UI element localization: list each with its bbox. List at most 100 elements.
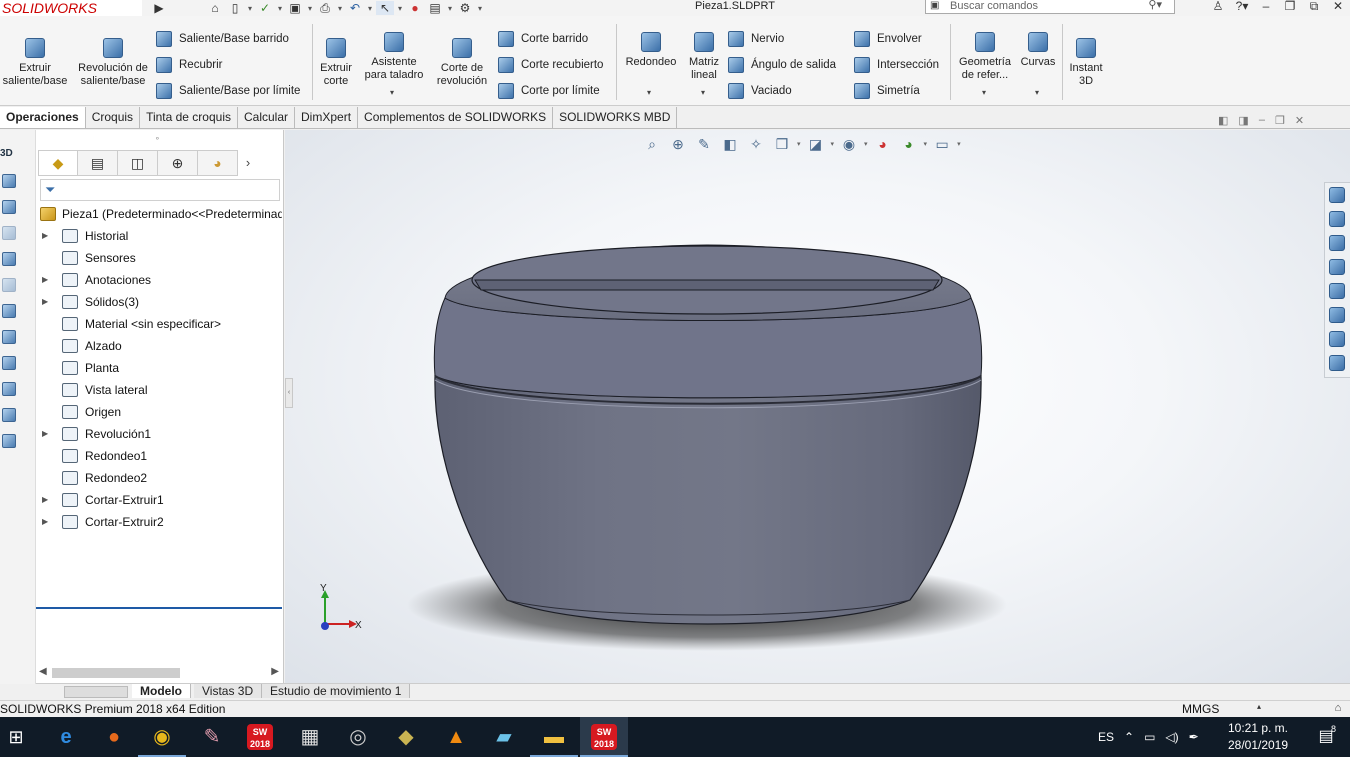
language-indicator[interactable]: ES [1098,730,1114,744]
model-canvas[interactable]: Y X [285,130,1350,684]
scrollbar-thumb[interactable] [52,668,180,678]
network-icon[interactable]: ▭ [1144,730,1155,744]
expand-arrow-icon[interactable]: ▶ [42,291,48,313]
taskbar-clock[interactable]: 10:21 p. m. 28/01/2019 [1222,720,1294,754]
tree-root-part[interactable]: Pieza1 (Predeterminado<<Predeterminad [36,203,282,225]
tab-tinta-de-croquis[interactable]: Tinta de croquis [140,107,238,128]
chevron-down-icon[interactable]: ▾ [982,88,986,97]
horizontal-scrollbar[interactable]: ◀ ▶ [36,666,282,680]
open-icon[interactable]: ✓ [256,1,274,15]
notes-icon[interactable]: ▰ [480,717,528,757]
tile-left-icon[interactable]: ◧ [1218,114,1228,127]
feature-tree-tab-icon[interactable]: ◆ [38,150,78,176]
chevron-up-icon[interactable]: ▴ [1257,702,1261,711]
tree-item-anotaciones[interactable]: ▶ Anotaciones [36,269,282,291]
tab-complementos[interactable]: Complementos de SOLIDWORKS [358,107,554,128]
app-diamond-icon[interactable]: ◆ [382,717,430,757]
restore-icon[interactable]: ❐ [1278,0,1302,16]
file-explorer-icon[interactable]: ▬ [530,717,578,757]
swept-cut-button[interactable]: Corte barrido [498,30,588,48]
tree-item-origen[interactable]: Origen [36,401,282,423]
tree-item-cortar-extruir2[interactable]: ▶ Cortar-Extruir2 [36,511,282,533]
chevron-down-icon[interactable]: ▾ [366,4,374,13]
tree-item-redondeo2[interactable]: Redondeo2 [36,467,282,489]
rib-button[interactable]: Nervio [728,30,784,48]
units-selector[interactable]: MMGS [1182,702,1219,716]
strip-tool-icon[interactable] [2,382,16,396]
swept-boss-button[interactable]: Saliente/Base barrido [156,30,289,48]
lofted-cut-button[interactable]: Corte recubierto [498,56,603,74]
model-body[interactable] [434,375,982,625]
display-manager-tab-icon[interactable]: ◕ [198,150,238,176]
minimize-icon[interactable]: – [1259,114,1265,127]
user-icon[interactable]: ♙ [1206,0,1230,16]
solidworks-logo[interactable]: SOLIDWORKS [0,0,142,16]
fillet-button[interactable]: Redondeo [622,32,680,69]
tab-solidworks-mbd[interactable]: SOLIDWORKS MBD [553,107,678,128]
edge-browser-icon[interactable]: e [42,717,90,757]
tab-operaciones[interactable]: Operaciones [0,107,86,128]
tab-vistas-3d[interactable]: Vistas 3D [194,684,263,698]
search-commands-input[interactable]: ▣ Buscar comandos ⚲▾ [925,0,1175,14]
vlc-icon[interactable]: ▲ [432,717,480,757]
chevron-down-icon[interactable]: ▾ [276,4,284,13]
webcam-icon[interactable]: ◎ [334,717,382,757]
loft-button[interactable]: Recubrir [156,56,222,74]
strip-tool-icon[interactable] [2,252,16,266]
print-icon[interactable]: ⎙ [316,1,334,15]
tab-calcular[interactable]: Calcular [238,107,296,128]
boundary-boss-button[interactable]: Saliente/Base por límite [156,82,300,100]
tile-right-icon[interactable]: ◨ [1238,114,1248,127]
strip-tool-icon[interactable] [2,278,16,292]
draft-button[interactable]: Ángulo de salida [728,56,836,74]
expand-arrow-icon[interactable]: ▶ [42,423,48,445]
chevron-down-icon[interactable]: ▾ [647,88,651,97]
help-icon[interactable]: ?▾ [1230,0,1254,16]
chevron-down-icon[interactable]: ▾ [390,88,394,97]
strip-tool-icon[interactable] [2,174,16,188]
save-icon[interactable]: ▣ [286,1,304,15]
chevron-down-icon[interactable]: ▾ [1035,88,1039,97]
tree-item-historial[interactable]: ▶ Historial [36,225,282,247]
expand-arrow-icon[interactable]: ▶ [42,225,48,247]
property-manager-tab-icon[interactable]: ▤ [78,150,118,176]
dimxpert-manager-tab-icon[interactable]: ⊕ [158,150,198,176]
revolve-boss-button[interactable]: Revolución de saliente/base [78,38,148,88]
chevron-down-icon[interactable]: ▾ [306,4,314,13]
panel-grip-icon[interactable]: ⚬ [154,134,161,143]
boundary-cut-button[interactable]: Corte por límite [498,82,600,100]
appearances-icon[interactable] [1329,283,1345,299]
expand-arrow-icon[interactable]: ▶ [42,511,48,533]
instant3d-button[interactable]: Instant 3D [1066,38,1106,88]
file-explorer-icon[interactable] [1329,235,1345,251]
chevron-right-icon[interactable]: › [238,150,258,176]
scroll-left-icon[interactable]: ◀ [39,666,47,677]
volume-icon[interactable]: ◁) [1165,730,1178,744]
solidworks-resources-icon[interactable] [1329,187,1345,203]
new-document-icon[interactable]: ▯ [226,1,244,15]
tree-item-solidos[interactable]: ▶ Sólidos(3) [36,291,282,313]
configuration-manager-tab-icon[interactable]: ◫ [118,150,158,176]
chevron-up-icon[interactable]: ⌃ [1124,730,1134,744]
tab-croquis[interactable]: Croquis [86,107,141,128]
paint-icon[interactable]: ✎ [188,717,236,757]
chevron-down-icon[interactable]: ▾ [336,4,344,13]
tab-modelo[interactable]: Modelo [132,684,191,698]
play-arrow-icon[interactable]: ▶ [150,1,168,15]
firefox-icon[interactable]: ● [90,717,138,757]
chevron-down-icon[interactable]: ▾ [396,4,404,13]
curves-button[interactable]: Curvas [1018,32,1058,69]
tile-icon[interactable]: ⧉ [1302,0,1326,16]
tab-estudio-movimiento[interactable]: Estudio de movimiento 1 [262,684,411,698]
close-icon[interactable]: ✕ [1295,114,1304,127]
undo-icon[interactable]: ↶ [346,1,364,15]
chevron-down-icon[interactable]: ▾ [246,4,254,13]
tree-item-material[interactable]: Material <sin especificar> [36,313,282,335]
chevron-down-icon[interactable]: ▾ [476,4,484,13]
select-pointer-icon[interactable]: ↖ [376,1,394,15]
tree-item-cortar-extruir1[interactable]: ▶ Cortar-Extruir1 [36,489,282,511]
mirror-button[interactable]: Simetría [854,82,920,100]
scroll-right-icon[interactable]: ▶ [271,666,279,677]
linear-pattern-button[interactable]: Matriz lineal [684,32,724,82]
view-palette-icon[interactable] [1329,259,1345,275]
